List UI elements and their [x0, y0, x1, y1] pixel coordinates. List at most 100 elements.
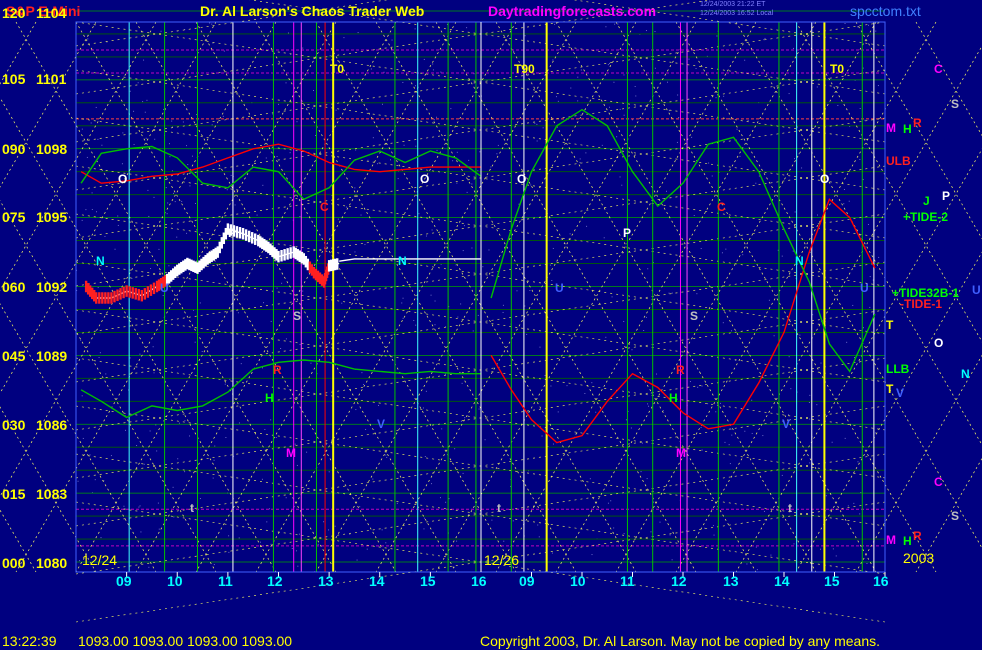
- star-dot: [630, 427, 632, 429]
- star-dot: [291, 548, 293, 550]
- star-dot: [415, 145, 417, 147]
- date-label-day2: 12/26: [484, 552, 520, 568]
- star-dot: [201, 351, 203, 353]
- star-dot: [859, 513, 861, 515]
- star-dot: [878, 256, 880, 258]
- x-tick-label: 09: [116, 573, 132, 589]
- star-dot: [455, 264, 457, 266]
- planet-letter: O: [420, 172, 429, 186]
- star-dot: [423, 528, 425, 530]
- star-dot: [418, 213, 420, 215]
- star-dot: [385, 454, 387, 456]
- star-dot: [466, 191, 468, 193]
- tide1-label: -TIDE-1: [900, 297, 942, 311]
- star-dot: [131, 277, 133, 279]
- star-dot: [280, 347, 282, 349]
- star-dot: [310, 362, 312, 364]
- star-dot: [794, 211, 796, 213]
- star-dot: [174, 201, 176, 203]
- star-dot: [610, 500, 612, 502]
- star-dot: [356, 559, 358, 561]
- site-link[interactable]: Daytradingforecasts.com: [488, 3, 656, 19]
- star-dot: [440, 71, 442, 73]
- star-dot: [162, 295, 164, 297]
- star-dot: [654, 67, 656, 69]
- star-dot: [625, 419, 627, 421]
- star-dot: [751, 432, 753, 434]
- star-dot: [671, 292, 673, 294]
- star-dot: [862, 67, 864, 69]
- star-dot: [468, 159, 470, 161]
- price-axis-label: 1086: [36, 417, 68, 433]
- price-axis-label: 1080: [36, 555, 68, 571]
- star-dot: [669, 534, 671, 536]
- star-dot: [223, 50, 225, 52]
- star-dot: [488, 249, 490, 251]
- planet-letter: M: [886, 533, 896, 547]
- star-dot: [156, 450, 158, 452]
- star-dot: [143, 59, 145, 61]
- star-dot: [96, 211, 98, 213]
- star-dot: [328, 471, 330, 473]
- star-dot: [182, 121, 184, 123]
- star-dot: [711, 175, 713, 177]
- star-dot: [472, 330, 474, 332]
- star-dot: [415, 85, 417, 87]
- star-dot: [329, 55, 331, 57]
- star-dot: [144, 111, 146, 113]
- star-dot: [194, 341, 196, 343]
- star-dot: [723, 95, 725, 97]
- planet-letter: S: [951, 97, 959, 111]
- star-dot: [100, 537, 102, 539]
- ulb-label: ULB: [886, 154, 911, 168]
- star-dot: [299, 215, 301, 217]
- star-dot: [278, 103, 280, 105]
- star-dot: [725, 248, 727, 250]
- star-dot: [843, 188, 845, 190]
- star-dot: [343, 37, 345, 39]
- star-dot: [98, 356, 100, 358]
- star-dot: [430, 294, 432, 296]
- star-dot: [105, 373, 107, 375]
- star-dot: [432, 69, 434, 71]
- x-tick-label: 15: [420, 573, 436, 589]
- star-dot: [801, 167, 803, 169]
- star-dot: [453, 566, 455, 568]
- star-dot: [677, 94, 679, 96]
- star-dot: [724, 441, 726, 443]
- star-dot: [722, 322, 724, 324]
- planet-letter: H: [669, 391, 678, 405]
- star-dot: [456, 540, 458, 542]
- star-dot: [238, 537, 240, 539]
- star-dot: [648, 405, 650, 407]
- star-dot: [751, 399, 753, 401]
- left-axis-label: 030: [2, 417, 26, 433]
- star-dot: [862, 179, 864, 181]
- star-dot: [359, 506, 361, 508]
- star-dot: [665, 190, 667, 192]
- star-dot: [189, 435, 191, 437]
- star-dot: [704, 527, 706, 529]
- star-dot: [158, 248, 160, 250]
- timestamp-et: 12/24/2003 21:22 ET: [700, 1, 766, 8]
- star-dot: [577, 76, 579, 78]
- planet-letter: O: [517, 172, 526, 186]
- star-dot: [542, 127, 544, 129]
- star-dot: [262, 184, 264, 186]
- t90-marker: T90: [514, 62, 535, 76]
- star-dot: [376, 163, 378, 165]
- star-dot: [212, 477, 214, 479]
- star-dot: [145, 137, 147, 139]
- star-dot: [534, 122, 536, 124]
- star-dot: [81, 128, 83, 130]
- price-bar: [336, 258, 339, 270]
- star-dot: [591, 382, 593, 384]
- planet-letter: O: [118, 172, 127, 186]
- star-dot: [295, 550, 297, 552]
- star-dot: [693, 215, 695, 217]
- star-dot: [478, 408, 480, 410]
- star-dot: [605, 336, 607, 338]
- star-dot: [117, 224, 119, 226]
- star-dot: [355, 409, 357, 411]
- star-dot: [138, 506, 140, 508]
